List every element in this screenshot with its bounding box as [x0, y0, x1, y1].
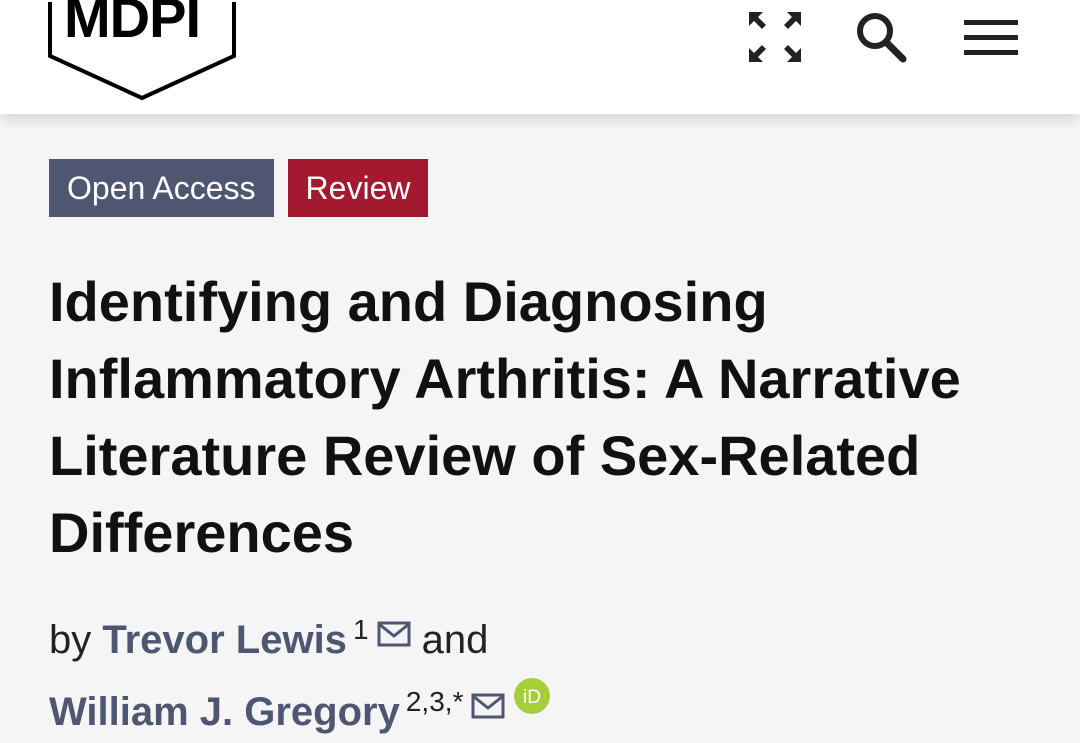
article-header: Open Access Review Identifying and Diagn…: [49, 159, 1049, 743]
article-badges: Open Access Review: [49, 159, 1049, 217]
svg-text:iD: iD: [523, 687, 541, 708]
mdpi-logo[interactable]: MDPI: [46, 0, 238, 102]
search-icon[interactable]: [852, 9, 910, 65]
article-title: Identifying and Diagnosing Inflammatory …: [49, 270, 961, 564]
by-label: by: [49, 618, 92, 662]
hamburger-menu-icon[interactable]: [962, 18, 1020, 58]
orcid-icon[interactable]: iD: [513, 671, 551, 714]
author-byline: by Trevor Lewis 1 and William J. Gregory 2…: [49, 599, 1049, 743]
email-icon[interactable]: [377, 603, 411, 647]
and-label: and: [421, 618, 489, 662]
email-icon[interactable]: [471, 675, 505, 719]
author-link[interactable]: William J. Gregory: [49, 690, 400, 734]
author-link[interactable]: Trevor Lewis: [102, 618, 347, 662]
site-header: MDPI: [0, 0, 1080, 114]
open-access-badge[interactable]: Open Access: [49, 159, 274, 217]
author-affiliation: 1: [352, 614, 369, 645]
author-affiliation: 2,3,*: [405, 686, 464, 717]
expand-icon[interactable]: [746, 9, 804, 65]
logo-text: MDPI: [64, 0, 201, 49]
article-type-badge[interactable]: Review: [287, 159, 429, 217]
